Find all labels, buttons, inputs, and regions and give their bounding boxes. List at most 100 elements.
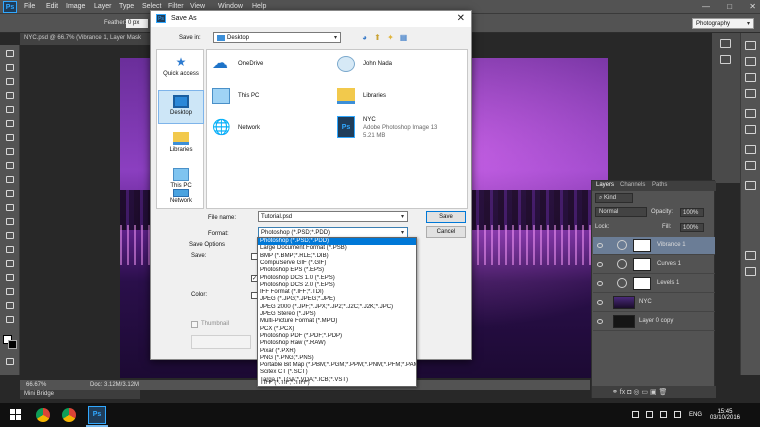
format-option[interactable]: Photoshop (*.PSD;*.PDD) [258, 238, 416, 246]
visibility-eye-icon[interactable] [597, 243, 603, 248]
menu-select[interactable]: Select [142, 3, 161, 10]
tab-paths[interactable]: Paths [652, 182, 667, 188]
quick-mask-icon[interactable] [4, 357, 16, 367]
chrome-icon[interactable] [62, 408, 76, 422]
path-select-tool-icon[interactable] [4, 273, 16, 283]
layer-thumbnail[interactable] [613, 296, 635, 309]
save-in-select[interactable]: Desktop ▾ [213, 32, 341, 43]
list-item[interactable]: This PC [212, 88, 312, 106]
back-icon[interactable]: ◕ [360, 33, 369, 42]
visibility-eye-icon[interactable] [597, 319, 603, 324]
background-color-swatch[interactable] [8, 340, 17, 349]
hand-tool-icon[interactable] [4, 301, 16, 311]
format-option[interactable]: Photoshop EPS (*.EPS) [258, 267, 416, 274]
opacity-input[interactable]: 100% [680, 208, 704, 217]
properties-panel-icon[interactable] [720, 55, 731, 64]
photoshop-taskbar-icon[interactable]: Ps [88, 406, 106, 424]
move-tool-icon[interactable] [4, 49, 16, 59]
menu-view[interactable]: View [190, 3, 205, 10]
layer-filter-select[interactable]: ⌕ Kind [595, 193, 633, 203]
windows-start-icon[interactable] [10, 409, 22, 421]
clock[interactable]: 15:45 03/10/2016 [710, 409, 740, 421]
menu-file[interactable]: File [24, 3, 35, 10]
marquee-tool-icon[interactable] [4, 63, 16, 73]
format-option[interactable]: JPEG 2000 (*.JPF;*.JPX;*.JP2;*.J2C;*.J2K… [258, 304, 416, 311]
format-option[interactable]: Photoshop PDF (*.PDF;*.PDP) [258, 333, 416, 340]
chevron-down-icon[interactable]: ▾ [401, 212, 404, 222]
list-item[interactable]: John Nada [337, 56, 437, 74]
brush-panel-icon[interactable] [745, 109, 756, 118]
quick-select-tool-icon[interactable] [4, 91, 16, 101]
shape-tool-icon[interactable] [4, 287, 16, 297]
close-icon[interactable]: ✕ [457, 13, 465, 24]
menu-window[interactable]: Window [218, 3, 243, 10]
styles-panel-icon[interactable] [745, 89, 756, 98]
blend-mode-select[interactable]: Normal [595, 207, 647, 217]
document-tab[interactable]: NYC.psd @ 66.7% (Vibrance 1, Layer Mask [20, 33, 160, 45]
zoom-level[interactable]: 66.67% [26, 382, 46, 388]
cancel-button[interactable]: Cancel [426, 226, 466, 238]
format-option[interactable]: Portable Bit Map (*.PBM;*.PGM;*.PPM;*.PN… [258, 362, 416, 369]
layer-row[interactable]: Vibrance 1 [593, 237, 715, 255]
speaker-icon[interactable] [660, 411, 667, 418]
layer-actions-icons[interactable]: ⚭ fx ◘ ◎ ▭ ▣ 🗑 [612, 388, 667, 396]
format-option[interactable]: Multi-Picture Format (*.MPO) [258, 318, 416, 325]
adjustments-panel-icon[interactable] [745, 73, 756, 82]
feather-input[interactable]: 0 px [126, 19, 148, 28]
brush-tool-icon[interactable] [4, 147, 16, 157]
character-panel-icon[interactable] [745, 145, 756, 154]
crop-tool-icon[interactable] [4, 105, 16, 115]
list-item[interactable]: Libraries [337, 88, 437, 106]
format-option[interactable]: JPEG (*.JPG;*.JPEG;*.JPE) [258, 296, 416, 303]
list-item[interactable]: 🌐 Network [212, 120, 312, 138]
network-icon[interactable] [646, 411, 653, 418]
menu-filter[interactable]: Filter [168, 3, 184, 10]
type-tool-icon[interactable] [4, 259, 16, 269]
minimize-icon[interactable]: — [702, 2, 710, 12]
menu-image[interactable]: Image [66, 3, 85, 10]
clone-stamp-tool-icon[interactable] [4, 161, 16, 171]
file-name-input[interactable]: Tutorial.psd ▾ [258, 211, 408, 222]
color-panel-icon[interactable] [745, 41, 756, 50]
history-brush-tool-icon[interactable] [4, 175, 16, 185]
workspace-select[interactable]: Photography ▾ [692, 18, 754, 29]
mini-bridge-tab[interactable]: Mini Bridge [20, 390, 140, 399]
visibility-eye-icon[interactable] [597, 281, 603, 286]
format-option[interactable]: IFF Format (*.IFF;*.TDI) [258, 289, 416, 296]
thumbnail-checkbox[interactable] [191, 321, 198, 328]
format-option[interactable]: BMP (*.BMP;*.RLE;*.DIB) [258, 253, 416, 260]
history-panel-icon[interactable] [720, 39, 731, 48]
battery-icon[interactable] [674, 411, 681, 418]
language-indicator[interactable]: ENG [689, 412, 702, 418]
format-option[interactable]: Photoshop Raw (*.RAW) [258, 340, 416, 347]
layer-row[interactable]: Curves 1 [593, 256, 715, 274]
save-button[interactable]: Save [426, 211, 466, 223]
tab-channels[interactable]: Channels [620, 182, 645, 188]
format-option[interactable]: PCX (*.PCX) [258, 326, 416, 333]
channels-panel-icon[interactable] [745, 251, 756, 260]
clone-source-panel-icon[interactable] [745, 125, 756, 134]
place-libraries[interactable]: Libraries [158, 128, 204, 162]
up-arrow-icon[interactable] [632, 411, 639, 418]
list-item[interactable]: ☁ OneDrive [212, 56, 312, 74]
lasso-tool-icon[interactable] [4, 77, 16, 87]
menu-type[interactable]: Type [119, 3, 134, 10]
place-desktop[interactable]: Desktop [158, 90, 204, 124]
format-option[interactable]: CompuServe GIF (*.GIF) [258, 260, 416, 267]
format-option[interactable]: Large Document Format (*.PSB) [258, 245, 416, 252]
swatches-panel-icon[interactable] [745, 57, 756, 66]
maximize-icon[interactable]: □ [727, 2, 732, 12]
visibility-eye-icon[interactable] [597, 262, 603, 267]
paths-panel-icon[interactable] [745, 267, 756, 276]
eyedropper-tool-icon[interactable] [4, 119, 16, 129]
blur-tool-icon[interactable] [4, 217, 16, 227]
list-item[interactable]: Ps NYC Adobe Photoshop Image 13 5.21 MB [337, 116, 465, 146]
healing-brush-tool-icon[interactable] [4, 133, 16, 143]
fill-input[interactable]: 100% [680, 223, 704, 232]
menu-help[interactable]: Help [252, 3, 266, 10]
chrome-icon[interactable] [36, 408, 50, 422]
layer-row[interactable]: Levels 1 [593, 275, 715, 293]
layer-mask-thumbnail[interactable] [633, 277, 651, 290]
format-option[interactable]: Pixar (*.PXR) [258, 348, 416, 355]
dodge-tool-icon[interactable] [4, 231, 16, 241]
